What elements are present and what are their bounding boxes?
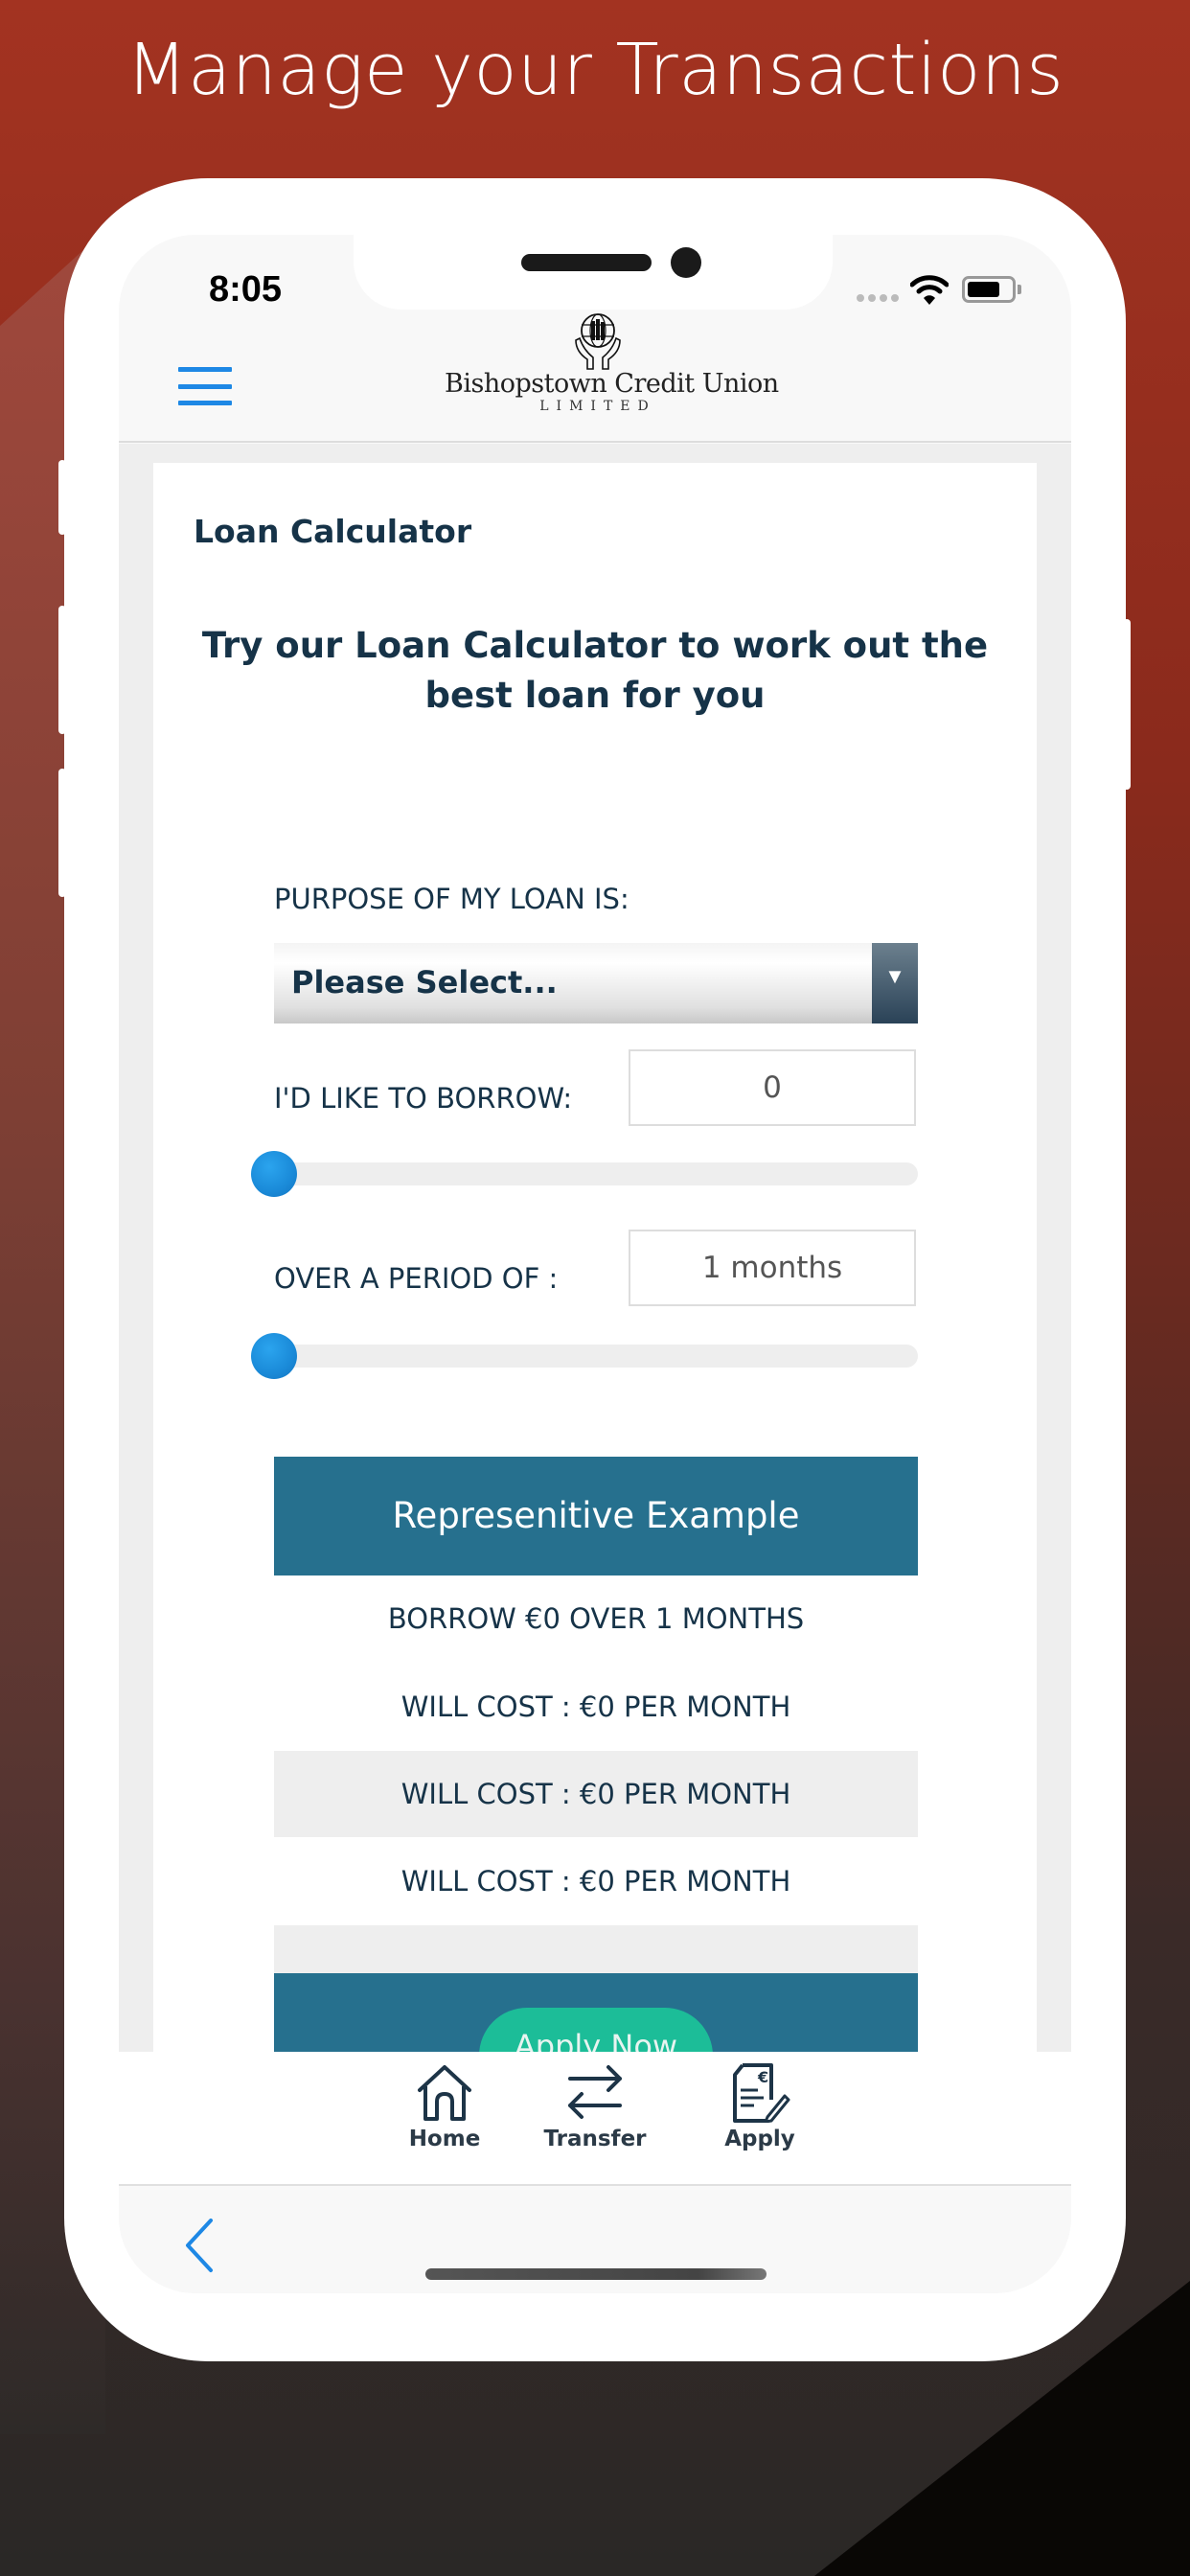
purpose-label: PURPOSE OF MY LOAN IS: [274, 883, 629, 915]
purpose-select-value: Please Select... [291, 964, 558, 1000]
tab-home[interactable]: Home [387, 2061, 502, 2151]
borrow-amount-input[interactable]: 0 [629, 1049, 916, 1126]
logo-subtitle: LIMITED [539, 399, 656, 414]
purpose-select[interactable]: Please Select... ▼ [274, 943, 918, 1024]
phone-screen: 8:05 Bishopstown Credit Union LIMITED Lo… [119, 235, 1071, 2293]
spacer-row [274, 1925, 918, 1973]
tab-transfer-label: Transfer [543, 2127, 647, 2151]
battery-icon [962, 276, 1016, 303]
home-indicator[interactable] [425, 2268, 767, 2280]
wifi-icon [910, 275, 949, 305]
transfer-icon [568, 2065, 622, 2119]
period-label: OVER A PERIOD OF : [274, 1262, 559, 1295]
borrow-amount-slider[interactable] [251, 1151, 918, 1197]
back-chevron-icon[interactable] [180, 2217, 218, 2274]
borrow-slider-thumb[interactable] [251, 1151, 297, 1197]
svg-text:€: € [757, 2068, 768, 2086]
page-title: Loan Calculator [194, 513, 472, 550]
cost-row: WILL COST : €0 PER MONTH [400, 1865, 791, 1898]
tab-apply[interactable]: € Apply [702, 2061, 817, 2151]
representative-summary: BORROW €0 OVER 1 MONTHS [387, 1602, 805, 1635]
tab-bar: Home Transfer € Apply [119, 2052, 1071, 2186]
period-slider-thumb[interactable] [251, 1333, 297, 1379]
borrow-label: I'D LIKE TO BORROW: [274, 1082, 573, 1115]
speaker-grille [521, 254, 652, 271]
tab-home-label: Home [408, 2127, 481, 2151]
signal-dots-icon [857, 294, 899, 302]
app-header: Bishopstown Credit Union LIMITED [119, 311, 1071, 443]
content-scroll-area[interactable]: Loan Calculator Try our Loan Calculator … [119, 444, 1071, 2082]
page-tagline: Try our Loan Calculator to work out the … [201, 625, 989, 716]
loan-calculator-card: Loan Calculator Try our Loan Calculator … [153, 463, 1037, 2082]
notch [354, 235, 833, 310]
apply-document-icon: € [733, 2063, 790, 2123]
period-slider[interactable] [251, 1333, 918, 1379]
chevron-down-icon[interactable]: ▼ [872, 943, 918, 1024]
logo-name: Bishopstown Credit Union [445, 369, 779, 399]
period-input[interactable]: 1 months [629, 1230, 916, 1306]
home-icon [418, 2065, 471, 2121]
cost-row: WILL COST : €0 PER MONTH [274, 1751, 918, 1837]
promo-headline: Manage your Transactions [126, 29, 1064, 111]
status-time: 8:05 [209, 269, 283, 310]
hamburger-menu-icon[interactable] [178, 367, 232, 405]
credit-union-logo: Bishopstown Credit Union LIMITED [445, 311, 779, 426]
front-camera [671, 247, 701, 278]
tab-transfer[interactable]: Transfer [538, 2061, 652, 2151]
browser-bottom-nav [119, 2188, 1071, 2293]
globe-hands-icon [575, 313, 621, 370]
cost-row: WILL COST : €0 PER MONTH [400, 1690, 791, 1723]
representative-example-heading: Represenitive Example [274, 1457, 918, 1576]
tab-apply-label: Apply [724, 2127, 795, 2151]
battery-cap [1018, 285, 1021, 294]
